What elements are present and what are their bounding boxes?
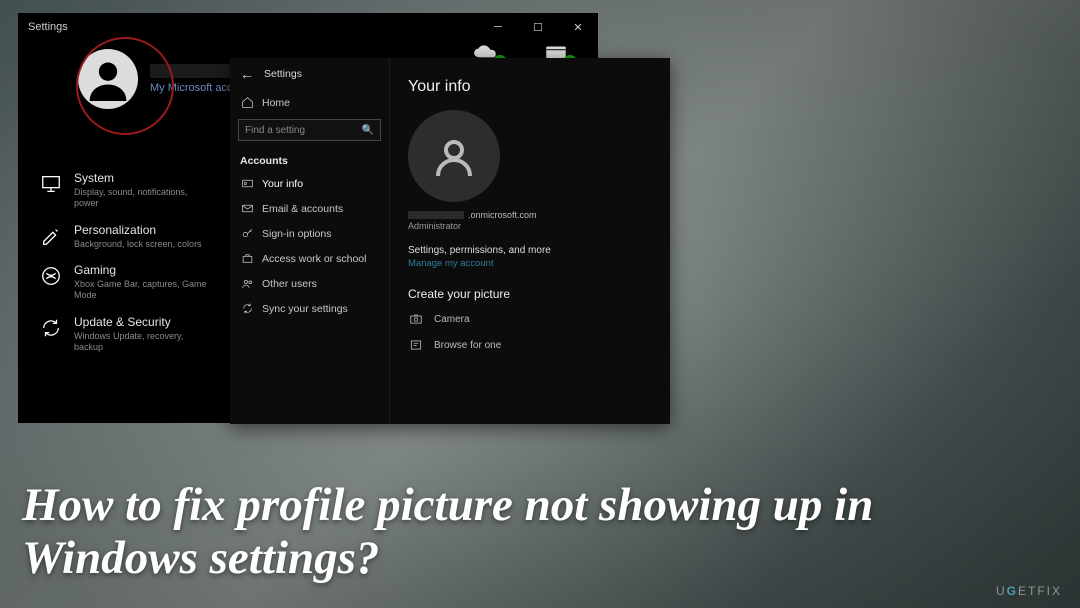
account-email: .onmicrosoft.com (408, 210, 652, 220)
briefcase-icon (240, 252, 254, 265)
sidebar-item-home[interactable]: Home (230, 90, 389, 115)
accounts-window-front: ← Settings Home Find a setting 🔍 Account… (230, 58, 670, 424)
sidebar-item-work-school[interactable]: Access work or school (230, 246, 389, 271)
titlebar: Settings ─ ☐ ✕ (18, 13, 598, 41)
browse-option[interactable]: Browse for one (408, 337, 652, 353)
sync-icon (240, 302, 254, 315)
key-icon (240, 227, 254, 240)
profile-avatar-placeholder[interactable] (78, 49, 138, 109)
camera-option[interactable]: Camera (408, 311, 652, 327)
sidebar-title: Settings (264, 68, 302, 80)
username-redacted (150, 64, 240, 78)
sidebar-item-sign-in-options[interactable]: Sign-in options (230, 221, 389, 246)
window-controls: ─ ☐ ✕ (478, 13, 598, 41)
content-pane: Your info .onmicrosoft.com Administrator… (390, 58, 670, 424)
profile-picture-large[interactable] (408, 110, 500, 202)
camera-icon (408, 311, 424, 327)
xbox-icon (38, 263, 64, 289)
display-icon (38, 171, 64, 197)
brush-icon (38, 223, 64, 249)
people-icon (240, 277, 254, 290)
sidebar-search-input[interactable]: Find a setting 🔍 (238, 119, 381, 141)
watermark: UGETFIX (996, 584, 1062, 598)
search-icon: 🔍 (362, 125, 374, 136)
sidebar: ← Settings Home Find a setting 🔍 Account… (230, 58, 390, 424)
article-title: How to fix profile picture not showing u… (22, 479, 1040, 586)
sidebar-item-your-info[interactable]: Your info (230, 171, 389, 196)
sidebar-section-accounts: Accounts (230, 149, 389, 171)
minimize-button[interactable]: ─ (478, 13, 518, 41)
manage-account-link[interactable]: Manage my account (408, 258, 652, 269)
sidebar-item-email-accounts[interactable]: Email & accounts (230, 196, 389, 221)
maximize-button[interactable]: ☐ (518, 13, 558, 41)
sidebar-item-sync-settings[interactable]: Sync your settings (230, 296, 389, 321)
email-redacted (408, 211, 464, 219)
sidebar-item-other-users[interactable]: Other users (230, 271, 389, 296)
create-picture-heading: Create your picture (408, 287, 652, 301)
sidebar-header: ← Settings (230, 58, 389, 90)
browse-icon (408, 337, 424, 353)
close-button[interactable]: ✕ (558, 13, 598, 41)
mail-icon (240, 202, 254, 215)
update-icon (38, 315, 64, 341)
back-arrow-icon[interactable]: ← (240, 66, 254, 82)
permissions-heading: Settings, permissions, and more (408, 245, 652, 256)
home-icon (240, 96, 254, 109)
id-card-icon (240, 177, 254, 190)
page-heading: Your info (408, 78, 652, 96)
account-role: Administrator (408, 221, 652, 231)
settings-title: Settings (28, 21, 68, 33)
